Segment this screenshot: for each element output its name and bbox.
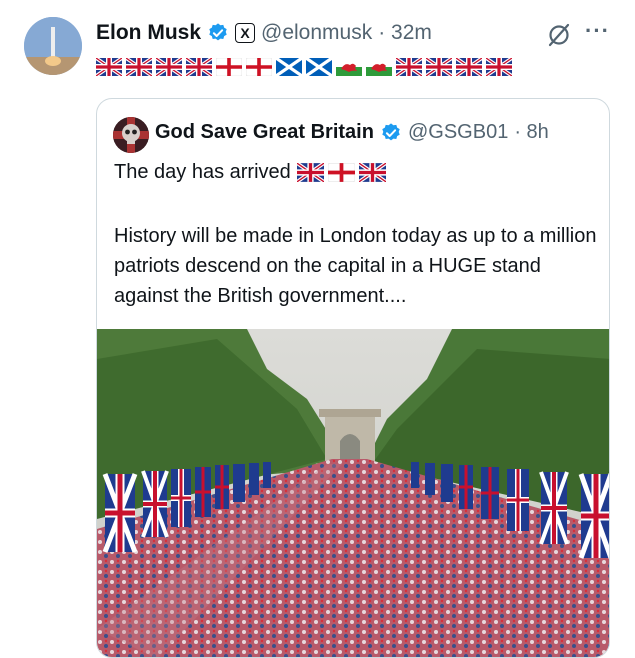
verified-badge-icon <box>382 122 400 140</box>
author-avatar[interactable] <box>24 17 82 75</box>
london-mall-crowd-photo[interactable] <box>97 329 610 658</box>
uk-flag-icon <box>486 58 512 76</box>
uk-flag-icon <box>126 58 152 76</box>
scotland-flag-icon <box>276 58 302 76</box>
quoted-author-name[interactable]: God Save Great Britain <box>155 121 374 144</box>
quoted-tweet-time[interactable]: · 8h <box>514 121 548 144</box>
quoted-author-avatar[interactable] <box>113 117 149 153</box>
skull-flag-image <box>113 117 149 153</box>
uk-flag-icon <box>396 58 422 76</box>
quoted-tweet-line1: The day has arrived <box>114 161 386 184</box>
england-flag-icon <box>327 163 355 182</box>
uk-flag-icon <box>186 58 212 76</box>
scotland-flag-icon <box>306 58 332 76</box>
grok-icon[interactable] <box>546 22 572 48</box>
quoted-tweet-card[interactable]: God Save Great Britain @GSGB01 · 8h The … <box>96 98 610 658</box>
uk-flag-icon <box>156 58 182 76</box>
x-affiliate-badge-icon: X <box>235 23 256 43</box>
uk-flag-icon <box>456 58 482 76</box>
author-handle[interactable]: @elonmusk <box>261 21 372 45</box>
tweet-time[interactable]: · 32m <box>378 21 432 45</box>
quoted-author-handle[interactable]: @GSGB01 <box>408 121 508 144</box>
flags-emoji-row <box>96 58 512 76</box>
quoted-flags-emoji <box>296 163 386 182</box>
uk-flag-icon <box>296 163 324 182</box>
verified-badge-icon <box>209 23 227 41</box>
wales-flag-icon <box>336 58 362 76</box>
wales-flag-icon <box>366 58 392 76</box>
quoted-tweet-body: History will be made in London today as … <box>114 225 597 307</box>
quoted-tweet-line1-text: The day has arrived <box>114 161 291 183</box>
author-name[interactable]: Elon Musk <box>96 21 201 45</box>
rocket-launch-image <box>24 17 82 75</box>
uk-flag-icon <box>426 58 452 76</box>
more-options-icon[interactable]: ··· <box>585 18 610 44</box>
england-flag-icon <box>216 58 242 76</box>
uk-flag-icon <box>358 163 386 182</box>
tweet-header: Elon Musk X @elonmusk · 32m <box>96 19 432 47</box>
quoted-tweet-header: God Save Great Britain @GSGB01 · 8h <box>155 121 549 144</box>
england-flag-icon <box>246 58 272 76</box>
uk-flag-icon <box>96 58 122 76</box>
